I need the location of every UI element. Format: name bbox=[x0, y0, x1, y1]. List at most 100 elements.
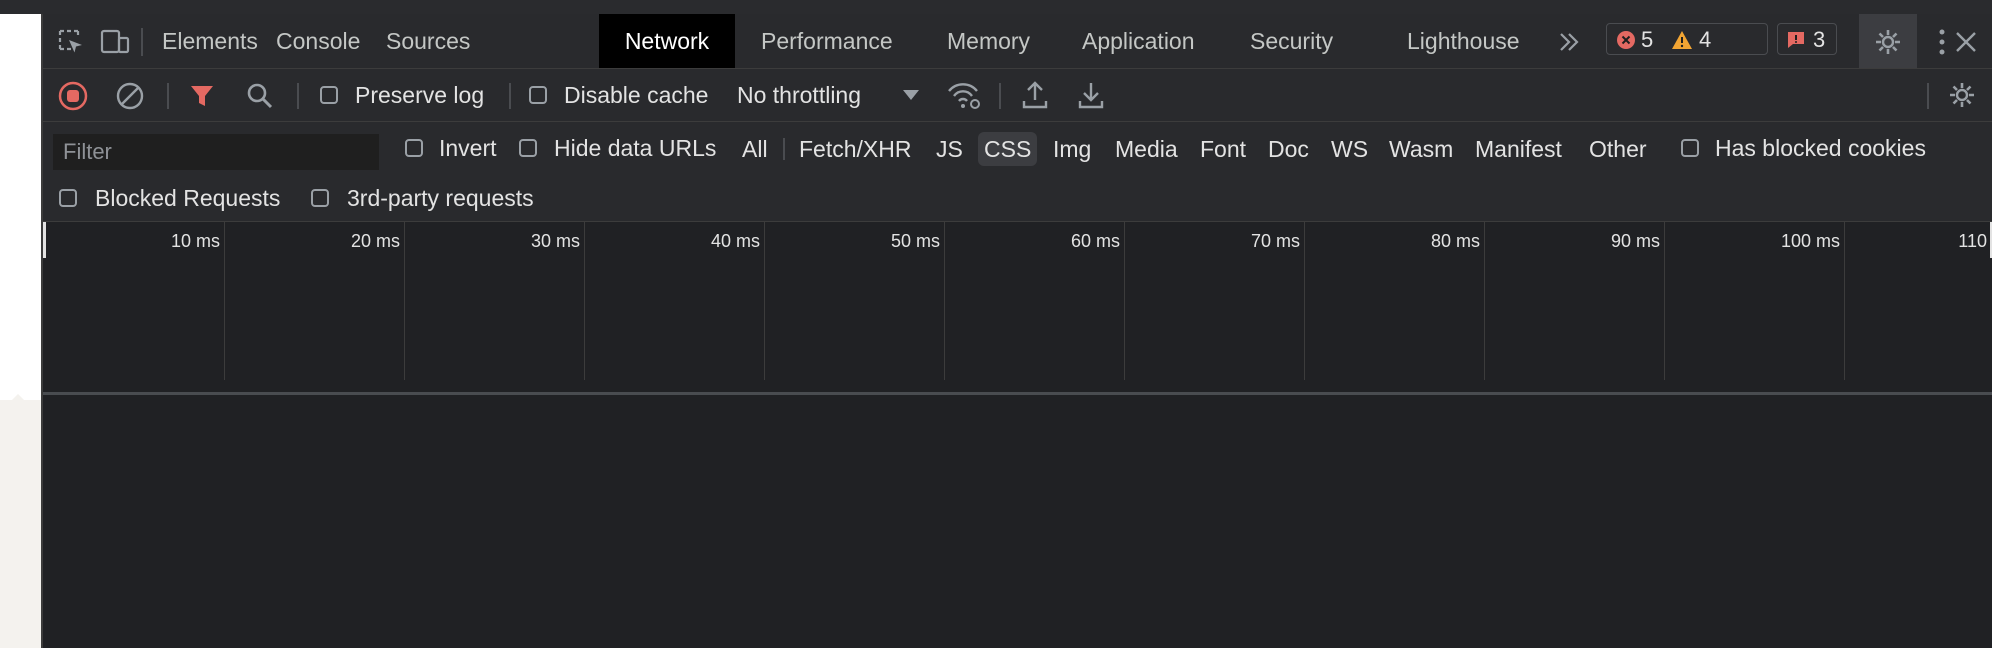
filter-type-separator bbox=[783, 138, 785, 160]
clear-icon[interactable] bbox=[115, 81, 145, 111]
filter-type-manifest[interactable]: Manifest bbox=[1469, 132, 1568, 166]
blocked-requests-label[interactable]: Blocked Requests bbox=[95, 185, 280, 212]
device-toolbar-icon[interactable] bbox=[99, 28, 131, 56]
tab-elements[interactable]: Elements bbox=[162, 14, 258, 68]
timeline-left-handle[interactable] bbox=[43, 222, 46, 258]
timeline-tick-label: 60 ms bbox=[1070, 231, 1120, 251]
timeline-tick-label: 90 ms bbox=[1610, 231, 1660, 251]
error-count: 5 bbox=[1641, 27, 1654, 52]
timeline-gridline bbox=[1124, 222, 1125, 380]
filter-type-all[interactable]: All bbox=[736, 132, 774, 166]
filter-type-img[interactable]: Img bbox=[1047, 132, 1097, 166]
issues-count-badge[interactable]: 3 bbox=[1777, 23, 1837, 55]
timeline-tick-label: 30 ms bbox=[530, 231, 580, 251]
settings-tab[interactable] bbox=[1859, 14, 1917, 68]
timeline-gridline bbox=[1664, 222, 1665, 380]
filter-type-js[interactable]: JS bbox=[930, 132, 969, 166]
import-har-icon[interactable] bbox=[1021, 80, 1049, 110]
kebab-menu-icon[interactable] bbox=[1937, 27, 1947, 57]
filter-bar-secondary: Blocked Requests 3rd-party requests bbox=[43, 174, 1992, 222]
invert-checkbox[interactable] bbox=[405, 139, 423, 157]
timeline-tick-label: 20 ms bbox=[350, 231, 400, 251]
devtools-panel: Elements Console Sources Network Perform… bbox=[41, 14, 1992, 648]
timeline-gridline bbox=[584, 222, 585, 380]
preserve-log-checkbox[interactable] bbox=[320, 86, 338, 104]
tab-application[interactable]: Application bbox=[1082, 14, 1195, 68]
tab-lighthouse[interactable]: Lighthouse bbox=[1407, 14, 1520, 68]
tab-performance[interactable]: Performance bbox=[761, 14, 893, 68]
third-party-label[interactable]: 3rd-party requests bbox=[347, 185, 534, 212]
timeline-tick-label: 40 ms bbox=[710, 231, 760, 251]
timeline-gridline bbox=[1304, 222, 1305, 380]
browser-top-strip bbox=[0, 0, 1992, 15]
filter-type-fetch-xhr[interactable]: Fetch/XHR bbox=[793, 132, 917, 166]
network-settings-gear-icon[interactable] bbox=[1947, 80, 1977, 110]
timeline-gridline bbox=[764, 222, 765, 380]
page-viewport-edge bbox=[0, 14, 41, 648]
toolbar-separator bbox=[297, 83, 299, 109]
filter-funnel-icon[interactable] bbox=[189, 83, 215, 109]
filter-input[interactable] bbox=[53, 134, 379, 170]
search-icon[interactable] bbox=[245, 81, 275, 111]
toolbar-separator bbox=[509, 83, 511, 109]
issue-flag-icon bbox=[1786, 30, 1806, 50]
filter-type-css[interactable]: CSS bbox=[978, 132, 1038, 166]
tab-separator bbox=[141, 28, 143, 56]
error-icon bbox=[1616, 30, 1636, 50]
tab-console[interactable]: Console bbox=[276, 14, 360, 68]
network-overview-timeline[interactable]: 10 ms 20 ms 30 ms 40 ms 50 ms 60 ms 70 m… bbox=[43, 222, 1992, 395]
timeline-gridline bbox=[404, 222, 405, 380]
filter-bar: Invert Hide data URLs All Fetch/XHR JS C… bbox=[43, 122, 1992, 174]
has-blocked-cookies-label[interactable]: Has blocked cookies bbox=[1715, 135, 1926, 162]
page-lower-area bbox=[0, 400, 41, 648]
network-conditions-icon[interactable] bbox=[947, 81, 983, 111]
gear-icon[interactable] bbox=[1873, 27, 1903, 57]
filter-type-media[interactable]: Media bbox=[1109, 132, 1184, 166]
export-har-icon[interactable] bbox=[1077, 80, 1105, 110]
chevron-down-icon[interactable] bbox=[902, 88, 920, 102]
filter-type-doc[interactable]: Doc bbox=[1262, 132, 1315, 166]
disable-cache-label[interactable]: Disable cache bbox=[564, 82, 708, 109]
timeline-tick-label: 80 ms bbox=[1430, 231, 1480, 251]
timeline-tick-label: 70 ms bbox=[1250, 231, 1300, 251]
tab-sources[interactable]: Sources bbox=[386, 14, 470, 68]
warning-icon bbox=[1671, 30, 1693, 50]
close-icon[interactable] bbox=[1953, 29, 1979, 55]
tab-network[interactable]: Network bbox=[599, 14, 735, 68]
filter-type-font[interactable]: Font bbox=[1194, 132, 1252, 166]
inspect-element-icon[interactable] bbox=[57, 28, 85, 56]
timeline-tick-label: 10 ms bbox=[170, 231, 220, 251]
throttling-select[interactable]: No throttling bbox=[737, 82, 861, 109]
preserve-log-label[interactable]: Preserve log bbox=[355, 82, 484, 109]
invert-label[interactable]: Invert bbox=[439, 135, 497, 162]
record-stop-icon[interactable] bbox=[57, 80, 89, 112]
timeline-gridline bbox=[1484, 222, 1485, 380]
toolbar-separator bbox=[167, 83, 169, 109]
disable-cache-checkbox[interactable] bbox=[529, 86, 547, 104]
request-list-area[interactable] bbox=[43, 395, 1992, 648]
more-tabs-icon[interactable] bbox=[1556, 29, 1582, 55]
filter-type-ws[interactable]: WS bbox=[1325, 132, 1374, 166]
console-counts[interactable]: 5 4 bbox=[1606, 23, 1768, 55]
timeline-gridline bbox=[944, 222, 945, 380]
blocked-requests-checkbox[interactable] bbox=[59, 189, 77, 207]
toolbar-separator bbox=[1927, 83, 1929, 109]
toolbar-separator bbox=[999, 83, 1001, 109]
third-party-checkbox[interactable] bbox=[311, 189, 329, 207]
timeline-tick-label: 50 ms bbox=[890, 231, 940, 251]
devtools-tab-bar: Elements Console Sources Network Perform… bbox=[43, 14, 1992, 69]
timeline-gridline bbox=[224, 222, 225, 380]
tab-memory[interactable]: Memory bbox=[947, 14, 1030, 68]
issue-count: 3 bbox=[1813, 27, 1826, 52]
hide-data-urls-checkbox[interactable] bbox=[519, 139, 537, 157]
hide-data-urls-label[interactable]: Hide data URLs bbox=[554, 135, 716, 162]
timeline-gridline bbox=[1844, 222, 1845, 380]
network-toolbar: Preserve log Disable cache No throttling bbox=[43, 69, 1992, 122]
filter-type-wasm[interactable]: Wasm bbox=[1383, 132, 1459, 166]
has-blocked-cookies-checkbox[interactable] bbox=[1681, 139, 1699, 157]
timeline-tick-label: 110 bbox=[1958, 231, 1987, 251]
tab-security[interactable]: Security bbox=[1250, 14, 1333, 68]
filter-type-other[interactable]: Other bbox=[1583, 132, 1653, 166]
timeline-tick-label: 100 ms bbox=[1780, 231, 1840, 251]
warning-count: 4 bbox=[1699, 27, 1712, 52]
